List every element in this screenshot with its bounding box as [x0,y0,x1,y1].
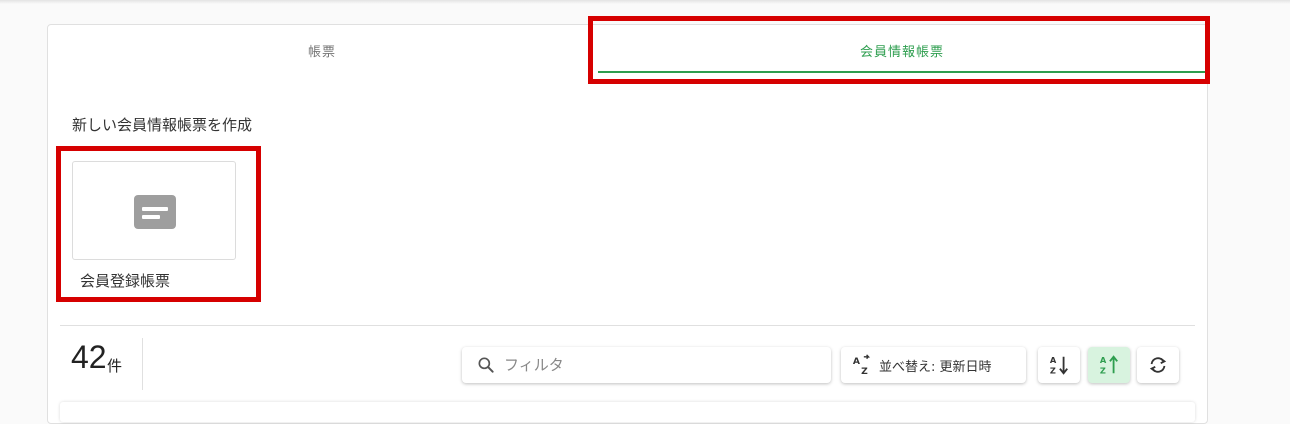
sort-asc-icon: A Z [1100,355,1118,375]
sort-by-label: 並べ替え: 更新日時 [879,359,992,375]
divider [60,325,1195,326]
result-count: 42 [71,339,107,375]
template-label: 会員登録帳票 [80,272,171,290]
create-section-title: 新しい会員情報帳票を作成 [72,116,253,134]
svg-text:Z: Z [861,366,868,376]
tab-ledger-label: 帳票 [307,44,336,60]
filter-input[interactable] [502,355,806,375]
result-count-unit: 件 [107,357,123,375]
tab-ledger[interactable]: 帳票 [48,25,596,75]
sort-desc-icon: A Z [1050,355,1068,375]
count-separator [142,338,143,390]
refresh-button[interactable] [1137,347,1179,383]
search-icon [478,357,494,373]
template-card-member-registration[interactable] [72,161,236,260]
active-tab-indicator [598,71,1208,73]
refresh-icon [1149,357,1167,373]
results-list [60,402,1195,422]
sort-ascending-button[interactable]: A Z [1088,347,1130,383]
svg-text:A: A [1050,355,1057,365]
top-shadow [0,0,1290,4]
svg-text:Z: Z [1100,365,1106,375]
sort-az-icon: A Z [853,354,871,376]
filter-search-box[interactable] [462,347,831,383]
sort-by-button[interactable]: A Z 並べ替え: 更新日時 [841,347,1026,383]
document-icon [134,195,176,229]
tab-member-info-ledger[interactable]: 会員情報帳票 [596,25,1208,75]
svg-text:A: A [853,356,861,367]
svg-text:A: A [1100,355,1107,365]
svg-text:Z: Z [1050,365,1056,375]
tab-member-info-ledger-label: 会員情報帳票 [859,44,944,60]
sort-descending-button[interactable]: A Z [1038,347,1080,383]
